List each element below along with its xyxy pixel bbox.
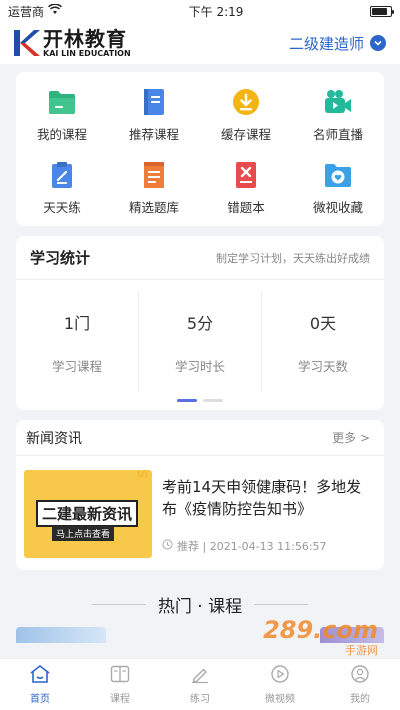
download-icon: [230, 86, 262, 118]
bottom-tab-bar: 首页 课程 练习 微视频 我的: [0, 658, 400, 710]
news-meta-text: 推荐 | 2021-04-13 11:56:57: [177, 540, 327, 553]
news-section-title: 新闻资讯: [26, 430, 82, 447]
menu-cached-courses[interactable]: 缓存课程: [200, 86, 292, 143]
clipboard-edit-icon: [46, 159, 78, 191]
stat-value: 1门: [63, 313, 91, 333]
thumbnail-subtitle: 马上点击查看: [52, 526, 115, 541]
app-header: 开林教育 KAI LIN EDUCATION 二级建造师: [0, 22, 400, 64]
tab-courses[interactable]: 课程: [80, 659, 160, 710]
stat-duration: 5分 学习时长: [139, 292, 262, 392]
menu-daily-practice[interactable]: 天天练: [16, 159, 108, 216]
hot-courses-heading: 热门 · 课程: [0, 592, 400, 617]
stat-value: 0天: [309, 313, 337, 333]
menu-label: 微视收藏: [312, 200, 363, 215]
tab-label: 课程: [110, 694, 130, 705]
menu-my-courses[interactable]: 我的课程: [16, 86, 108, 143]
menu-mistake-book[interactable]: 错题本: [200, 159, 292, 216]
heart-folder-icon: [322, 159, 354, 191]
open-book-icon: [109, 664, 131, 688]
carousel-pagination: [16, 399, 384, 402]
stat-days: 0天 学习天数: [262, 292, 384, 392]
menu-label: 推荐课程: [128, 127, 179, 142]
brand-logo: 开林教育 KAI LIN EDUCATION: [12, 28, 131, 58]
menu-video-favorites[interactable]: 微视收藏: [292, 159, 384, 216]
tab-label: 练习: [190, 694, 210, 705]
menu-recommended-courses[interactable]: 推荐课程: [108, 86, 200, 143]
pagination-dot-active[interactable]: [177, 399, 197, 402]
battery-icon: [370, 5, 394, 17]
status-time: 下午 2:19: [188, 4, 244, 19]
study-stats-card[interactable]: 学习统计 制定学习计划，天天练出好成绩 1门 学习课程 5分 学习时长 0天 学…: [16, 236, 384, 410]
stats-title: 学习统计: [30, 249, 91, 267]
play-circle-icon: [269, 664, 291, 688]
folder-icon: [46, 86, 78, 118]
pagination-dot[interactable]: [203, 399, 223, 402]
clock-icon: [162, 539, 173, 553]
exam-category-selector[interactable]: 二级建造师: [289, 33, 386, 54]
logo-mark-icon: [12, 28, 40, 58]
divider: [91, 604, 146, 605]
stat-value: 5分: [186, 313, 214, 333]
menu-label: 我的课程: [36, 127, 87, 142]
news-list-item[interactable]: 二建最新资讯 马上点击查看 NEWS 考前14天申领健康码！多地发布《疫情防控告…: [16, 456, 384, 558]
tab-micro-video[interactable]: 微视频: [240, 659, 320, 710]
divider: [254, 604, 309, 605]
stats-subtitle: 制定学习计划，天天练出好成绩: [216, 251, 370, 265]
logo-chinese-text: 开林教育: [43, 26, 127, 51]
thumbnail-tag: NEWS: [133, 470, 148, 480]
book-icon: [138, 86, 170, 118]
tab-home[interactable]: 首页: [0, 659, 80, 710]
hot-courses-title: 热门 · 课程: [157, 597, 243, 617]
quick-menu-grid: 我的课程 推荐课程 缓存课程 名师直播 天天练 精选题库 错题本 微视收藏: [16, 72, 384, 226]
tab-label: 我的: [350, 694, 370, 705]
stat-label: 学习课程: [51, 358, 102, 374]
exam-category-label: 二级建造师: [288, 34, 364, 53]
menu-question-bank[interactable]: 精选题库: [108, 159, 200, 216]
menu-label: 精选题库: [128, 200, 179, 215]
watermark-logo: 289.com: [263, 616, 378, 644]
watermark-subtext: 手游网: [345, 644, 378, 657]
tab-practice[interactable]: 练习: [160, 659, 240, 710]
stat-label: 学习天数: [297, 358, 348, 374]
error-book-icon: [230, 159, 262, 191]
pencil-icon: [189, 664, 211, 688]
menu-live-teachers[interactable]: 名师直播: [292, 86, 384, 143]
tab-label: 微视频: [265, 694, 295, 705]
menu-label: 名师直播: [312, 127, 363, 142]
news-thumbnail: 二建最新资讯 马上点击查看 NEWS: [24, 470, 152, 558]
thumbnail-title: 二建最新资讯: [36, 500, 139, 527]
news-more-link[interactable]: 更多 >: [332, 429, 370, 446]
user-icon: [349, 664, 371, 688]
wifi-icon: [48, 3, 63, 18]
stat-courses: 1门 学习课程: [16, 292, 139, 392]
tab-profile[interactable]: 我的: [320, 659, 400, 710]
video-camera-icon: [322, 86, 354, 118]
chevron-down-icon: [370, 35, 386, 51]
course-card[interactable]: [16, 627, 106, 643]
home-icon: [29, 664, 51, 688]
tab-label: 首页: [30, 694, 50, 705]
news-card: 新闻资讯 更多 > 二建最新资讯 马上点击查看 NEWS 考前14天申领健康码！…: [16, 420, 384, 570]
stat-label: 学习时长: [174, 358, 225, 374]
status-bar: 运营商 下午 2:19: [0, 0, 400, 22]
document-list-icon: [138, 159, 170, 191]
news-headline: 考前14天申领健康码！多地发布《疫情防控告知书》: [162, 478, 362, 518]
menu-label: 天天练: [43, 200, 81, 215]
carrier-label: 运营商: [8, 4, 45, 19]
menu-label: 错题本: [227, 200, 265, 215]
menu-label: 缓存课程: [220, 127, 271, 142]
logo-english-text: KAI LIN EDUCATION: [43, 48, 131, 58]
